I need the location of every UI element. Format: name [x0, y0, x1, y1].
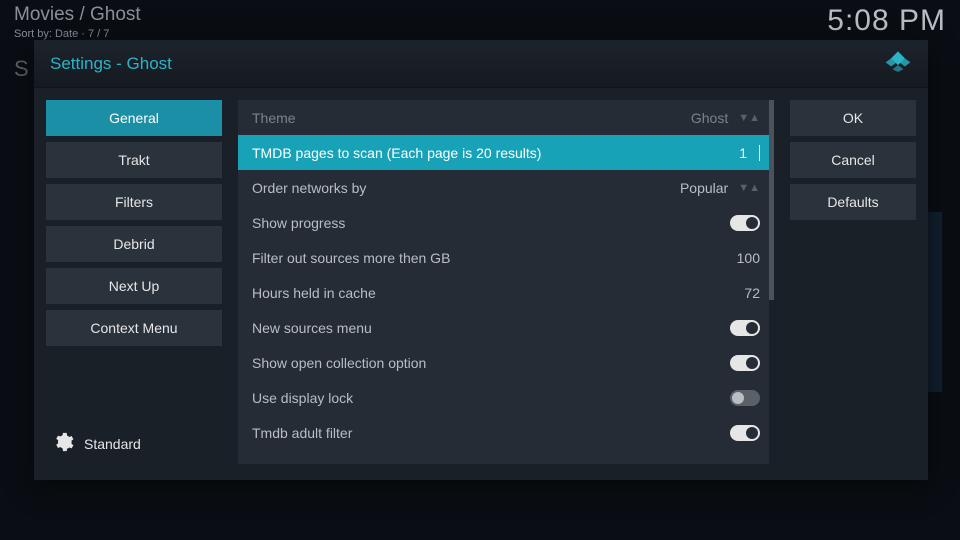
- setting-display-lock[interactable]: Use display lock: [238, 380, 774, 415]
- settings-list: Theme Ghost ▼▲ TMDB pages to scan (Each …: [238, 100, 774, 464]
- setting-label: New sources menu: [252, 320, 372, 336]
- setting-theme[interactable]: Theme Ghost ▼▲: [238, 100, 774, 135]
- toggle-on-icon: [730, 355, 760, 371]
- toggle-on-icon: [730, 320, 760, 336]
- setting-value: Ghost: [691, 110, 728, 126]
- gear-icon: [52, 431, 74, 456]
- breadcrumb: Movies / Ghost: [14, 4, 141, 26]
- modal-header: Settings - Ghost: [34, 40, 928, 88]
- setting-label: Show progress: [252, 215, 345, 231]
- category-filters[interactable]: Filters: [46, 184, 222, 220]
- settings-level-label: Standard: [84, 436, 141, 452]
- category-context-menu[interactable]: Context Menu: [46, 310, 222, 346]
- top-bar: Movies / Ghost Sort by: Date · 7 / 7 5:0…: [14, 4, 946, 40]
- modal-title: Settings - Ghost: [50, 54, 172, 74]
- bg-letter: S: [14, 56, 29, 82]
- setting-label: Theme: [252, 110, 296, 126]
- setting-value: 100: [737, 250, 760, 266]
- ok-button[interactable]: OK: [790, 100, 916, 136]
- setting-label: Show open collection option: [252, 355, 426, 371]
- category-sidebar: General Trakt Filters Debrid Next Up Con…: [46, 100, 222, 464]
- setting-adult-filter[interactable]: Tmdb adult filter: [238, 415, 774, 450]
- setting-value: 1: [739, 145, 747, 161]
- setting-label: Filter out sources more then GB: [252, 250, 450, 266]
- setting-value: Popular: [680, 180, 728, 196]
- text-caret: [759, 145, 760, 161]
- modal-body: General Trakt Filters Debrid Next Up Con…: [34, 88, 928, 480]
- category-debrid[interactable]: Debrid: [46, 226, 222, 262]
- kodi-logo-icon: [884, 50, 912, 77]
- scrollbar-thumb[interactable]: [769, 100, 774, 300]
- setting-filter-gb[interactable]: Filter out sources more then GB 100: [238, 240, 774, 275]
- setting-cache-hours[interactable]: Hours held in cache 72: [238, 275, 774, 310]
- cancel-button[interactable]: Cancel: [790, 142, 916, 178]
- setting-label: TMDB pages to scan (Each page is 20 resu…: [252, 145, 541, 161]
- scrollbar[interactable]: [769, 100, 774, 464]
- updown-icon: ▼▲: [738, 182, 760, 194]
- setting-open-collection[interactable]: Show open collection option: [238, 345, 774, 380]
- setting-label: Hours held in cache: [252, 285, 376, 301]
- setting-order-networks[interactable]: Order networks by Popular ▼▲: [238, 170, 774, 205]
- setting-tmdb-pages[interactable]: TMDB pages to scan (Each page is 20 resu…: [238, 135, 774, 170]
- defaults-button[interactable]: Defaults: [790, 184, 916, 220]
- category-trakt[interactable]: Trakt: [46, 142, 222, 178]
- clock: 5:08 PM: [827, 4, 946, 38]
- setting-label: Use display lock: [252, 390, 353, 406]
- settings-modal: Settings - Ghost General Trakt Filters D…: [34, 40, 928, 480]
- setting-label: Order networks by: [252, 180, 366, 196]
- toggle-on-icon: [730, 425, 760, 441]
- sort-line: Sort by: Date · 7 / 7: [14, 28, 141, 40]
- settings-level-button[interactable]: Standard: [46, 423, 222, 464]
- updown-icon: ▼▲: [738, 112, 760, 124]
- setting-value: 72: [744, 285, 760, 301]
- setting-label: Tmdb adult filter: [252, 425, 352, 441]
- setting-new-sources[interactable]: New sources menu: [238, 310, 774, 345]
- setting-show-progress[interactable]: Show progress: [238, 205, 774, 240]
- toggle-off-icon: [730, 390, 760, 406]
- toggle-on-icon: [730, 215, 760, 231]
- category-general[interactable]: General: [46, 100, 222, 136]
- category-next-up[interactable]: Next Up: [46, 268, 222, 304]
- action-buttons: OK Cancel Defaults: [790, 100, 916, 464]
